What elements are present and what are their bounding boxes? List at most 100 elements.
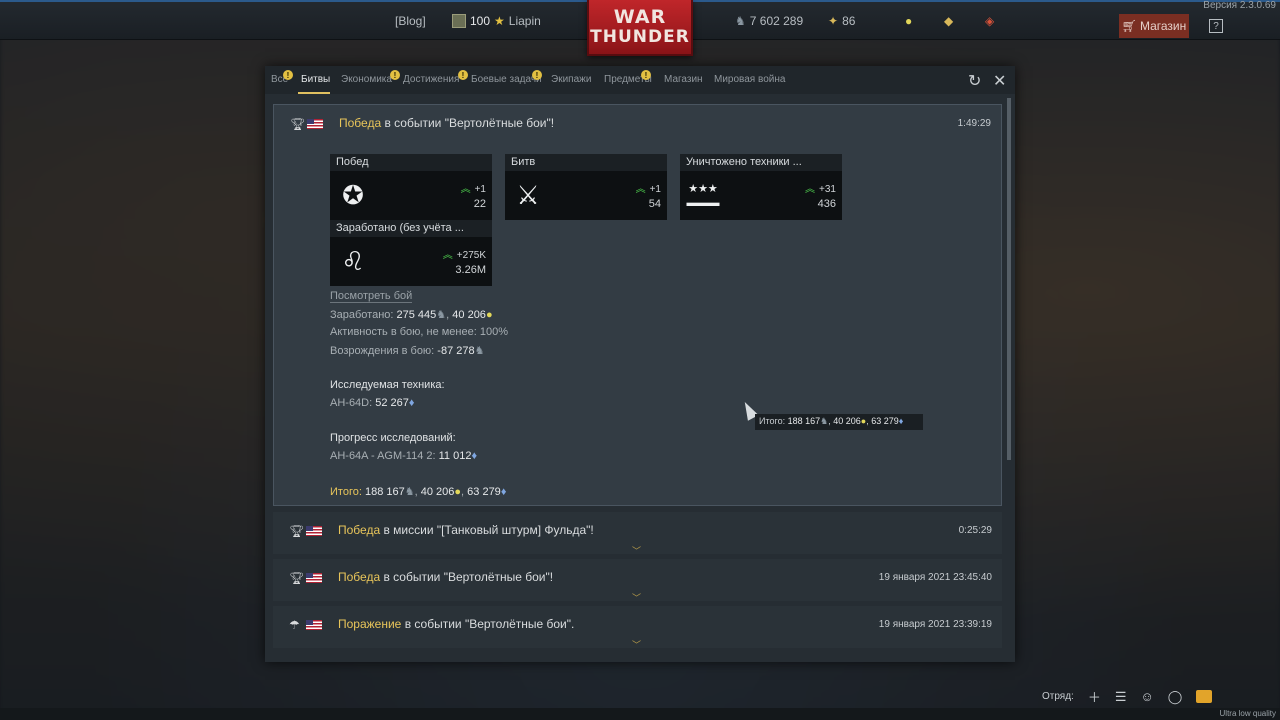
progress-heading: Прогресс исследований:: [330, 432, 456, 444]
lion-icon: ♌︎: [341, 246, 365, 276]
rp-drop-icon: ♦: [898, 416, 904, 426]
bottom-bar: [0, 708, 1280, 720]
activity-line: Активность в бою, не менее: 100%: [330, 326, 508, 338]
tab-achievements[interactable]: Достижения!: [390, 70, 459, 85]
trophy-icon: 🏆︎: [289, 524, 305, 538]
tab-economy[interactable]: Экономика: [341, 74, 392, 85]
scrollbar[interactable]: [1007, 98, 1011, 460]
tab-crews[interactable]: Экипажи!: [532, 70, 591, 85]
destroyed-vehicles-icon: ★★★ ▬▬▬: [686, 183, 720, 209]
lion-icon: ♞: [820, 416, 829, 426]
tab-battles[interactable]: Битвы: [301, 74, 330, 85]
entry-title: Поражение в событии "Вертолётные бои".: [338, 617, 575, 631]
war-thunder-logo[interactable]: WAR THUNDER: [587, 0, 693, 56]
list-icon[interactable]: ☰: [1115, 689, 1127, 705]
chevron-down-icon[interactable]: ﹀: [632, 638, 641, 651]
notifications-window: Все! Битвы Экономика Достижения! Боевые …: [265, 66, 1015, 662]
player-level: 100: [470, 14, 491, 28]
parachute-icon: ☂︎: [289, 618, 300, 632]
battle-entry[interactable]: 🏆︎ Победа в событии "Вертолётные бои"! 1…: [273, 559, 1002, 604]
rp-drop-icon: ♦: [500, 486, 507, 498]
notification-badge: !: [532, 70, 542, 80]
entry-title: Победа в миссии "[Танковый штурм] Фульда…: [338, 523, 594, 537]
player-profile[interactable]: 100 ★ Liapin: [452, 14, 541, 28]
entry-header: 🏆︎ Победа в событии "Вертолётные бои"! 1…: [274, 105, 1001, 133]
refresh-icon[interactable]: ↻: [968, 71, 981, 91]
contacts-icon[interactable]: ☺: [1141, 689, 1154, 704]
battle-entry-expanded[interactable]: 🏆︎ Победа в событии "Вертолётные бои"! 1…: [273, 104, 1002, 506]
version-label: Версия 2.3.0.69: [1203, 0, 1276, 11]
stat-card-battles: Битв ⚔︎ ︽ +1 54: [505, 154, 667, 220]
up-arrow-icon: ︽: [442, 250, 453, 261]
chat-icon[interactable]: ◯: [1168, 689, 1183, 705]
premium-account-button[interactable]: ◆: [944, 14, 953, 28]
stat-title: Побед: [330, 154, 492, 171]
research-heading: Исследуемая техника:: [330, 379, 445, 391]
usa-flag-icon: [306, 526, 322, 536]
silver-lions-balance[interactable]: ♞ 7 602 289: [735, 14, 803, 28]
entry-time: 1:49:29: [957, 118, 991, 129]
usa-flag-icon: [307, 119, 323, 129]
victory-icon: ✪: [342, 180, 364, 210]
player-avatar: [452, 14, 466, 28]
bulb-icon: ●: [905, 14, 913, 28]
premium-bulb-button[interactable]: ●: [905, 14, 912, 28]
squad-label: Отряд:: [1042, 691, 1074, 702]
total-tooltip: Итого: 188 167♞, 40 206●, 63 279♦: [755, 414, 923, 430]
view-battle-link[interactable]: Посмотреть бой: [330, 290, 413, 303]
lion-icon: ♞: [436, 309, 447, 321]
add-squad-member-icon[interactable]: ＋: [1088, 687, 1101, 706]
entry-title: Победа в событии "Вертолётные бои"!: [338, 570, 554, 584]
respawns-line: Возрождения в бою: -87 278♞: [330, 345, 485, 357]
stat-title: Уничтожено техники ...: [680, 154, 842, 171]
earned-line: Заработано: 275 445♞, 40 206●: [330, 309, 493, 321]
battle-entry[interactable]: 🏆︎ Победа в миссии "[Танковый штурм] Фул…: [273, 512, 1002, 557]
total-line: Итого: 188 167♞, 40 206●, 63 279♦: [330, 486, 507, 498]
lion-icon: ♞: [735, 14, 746, 28]
golden-eagles-balance[interactable]: ✦ 86: [828, 14, 855, 28]
research-bulb-icon: ●: [860, 416, 867, 426]
tab-all[interactable]: Все!: [271, 70, 293, 85]
level-star-icon: ★: [494, 14, 505, 28]
up-arrow-icon: ︽: [460, 184, 471, 195]
progress-line: AH-64A - AGM-114 2: 11 012♦: [330, 450, 478, 462]
blog-link[interactable]: [Blog]: [395, 14, 426, 28]
cart-icon: 🛒︎: [1121, 19, 1137, 33]
trophy-icon: 🏆︎: [289, 571, 305, 585]
stat-card-destroyed: Уничтожено техники ... ★★★ ▬▬▬ ︽ +31 436: [680, 154, 842, 220]
usa-flag-icon: [306, 620, 322, 630]
tab-shop[interactable]: Магазин!: [641, 70, 703, 85]
username: Liapin: [508, 14, 541, 28]
up-arrow-icon: ︽: [635, 184, 646, 195]
close-icon[interactable]: ✕: [993, 71, 1006, 91]
promo-coupon-button[interactable]: ◈: [985, 14, 994, 28]
stat-title: Заработано (без учёта ...: [330, 220, 492, 237]
chevron-down-icon[interactable]: ﹀: [632, 591, 641, 604]
entry-time: 19 января 2021 23:45:40: [878, 572, 992, 583]
trophy-icon: 🏆︎: [290, 117, 306, 131]
battle-entry[interactable]: ☂︎ Поражение в событии "Вертолётные бои"…: [273, 606, 1002, 651]
up-arrow-icon: ︽: [805, 184, 816, 195]
notification-badge: !: [390, 70, 400, 80]
eagle-icon: ✦: [828, 14, 839, 28]
research-bulb-icon: ●: [454, 486, 462, 498]
shop-button[interactable]: 🛒︎ Магазин: [1119, 14, 1189, 38]
entry-time: 19 января 2021 23:39:19: [878, 619, 992, 630]
premium-icon: ◆: [944, 14, 954, 28]
quality-label: Ultra low quality: [1219, 709, 1276, 718]
chevron-down-icon[interactable]: ﹀: [632, 544, 641, 557]
stat-card-victories: Побед ✪ ︽ +1 22: [330, 154, 492, 220]
tab-world-war[interactable]: Мировая война: [714, 74, 785, 85]
crossed-swords-icon: ⚔︎: [516, 180, 540, 210]
research-line: AH-64D: 52 267♦: [330, 397, 415, 409]
coupon-icon: ◈: [985, 14, 995, 28]
usa-flag-icon: [306, 573, 322, 583]
squad-panel: Отряд: ＋ ☰ ☺ ◯: [1042, 687, 1213, 706]
notification-badge: !: [283, 70, 293, 80]
mail-icon[interactable]: [1196, 690, 1213, 703]
entry-title: Победа в событии "Вертолётные бои"!: [339, 116, 555, 130]
help-button[interactable]: ?: [1209, 19, 1223, 33]
active-tab-indicator: [298, 92, 330, 94]
stat-title: Битв: [505, 154, 667, 171]
notification-badge: !: [458, 70, 468, 80]
